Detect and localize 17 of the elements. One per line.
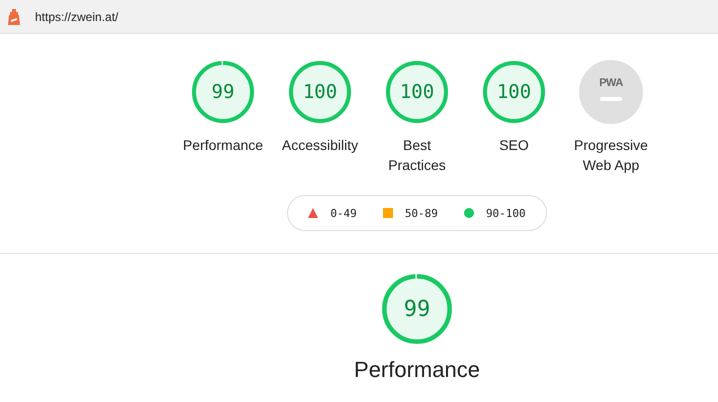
category-title: Performance: [354, 357, 480, 383]
url-text[interactable]: https://zwein.at/: [35, 10, 118, 24]
range-text: 0-49: [330, 206, 357, 220]
category-label: Best Practices: [387, 136, 447, 175]
category-label: Performance: [182, 136, 264, 155]
category-label: Accessibility: [280, 136, 360, 155]
score-value: 100: [302, 81, 338, 103]
lighthouse-icon: [7, 8, 21, 26]
score-value: 99: [404, 296, 430, 322]
score-value: 99: [212, 81, 234, 103]
score-value: 100: [400, 81, 434, 103]
score-value: 100: [496, 81, 532, 103]
category-label: Progressive Web App: [573, 136, 649, 175]
pwa-badge: PWA: [579, 60, 643, 124]
category-label: SEO: [498, 136, 530, 155]
range-text: 50-89: [404, 206, 438, 220]
range-text: 90-100: [486, 206, 526, 220]
